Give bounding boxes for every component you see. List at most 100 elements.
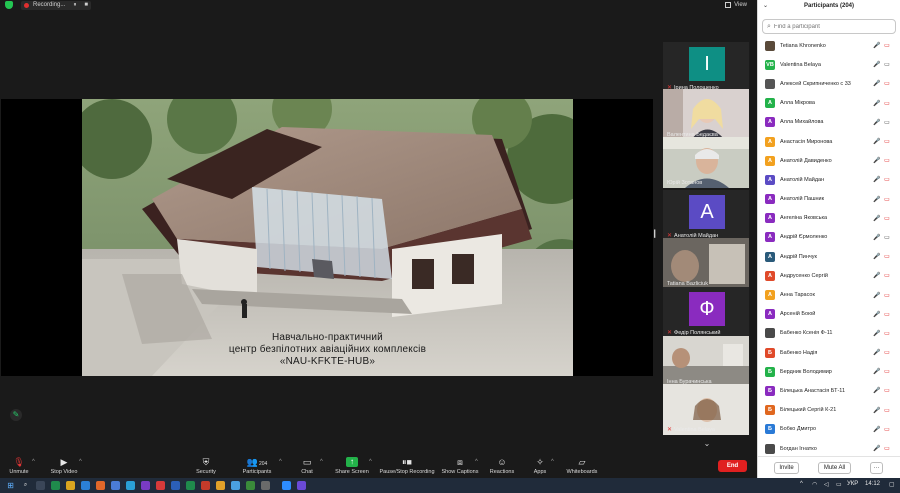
participant-row[interactable]: A Алла Мікрова 🎤 ▭ xyxy=(758,94,900,113)
mic-muted-icon[interactable]: 🎤 xyxy=(872,138,882,145)
view-button[interactable]: View xyxy=(725,2,747,8)
mic-muted-icon[interactable]: 🎤 xyxy=(872,61,882,68)
participant-row[interactable]: A Андрій Пинчук 🎤 ▭ xyxy=(758,247,900,266)
participant-row[interactable]: A Анатолій Давиденко 🎤 ▭ xyxy=(758,151,900,170)
participant-search-input[interactable] xyxy=(773,23,884,30)
participant-row[interactable]: Алексей Скрипниченко с 33 🎤 ▭ xyxy=(758,74,900,93)
video-off-icon[interactable]: ▭ xyxy=(882,157,892,164)
app-icon[interactable] xyxy=(216,481,225,490)
video-off-icon[interactable]: ▭ xyxy=(882,368,892,375)
viber-icon[interactable] xyxy=(141,481,150,490)
mic-muted-icon[interactable]: 🎤 xyxy=(872,42,882,49)
video-off-icon[interactable]: ▭ xyxy=(882,426,892,433)
folder-icon[interactable] xyxy=(66,481,75,490)
chevron-down-icon[interactable]: ⌄ xyxy=(763,2,773,9)
video-off-icon[interactable]: ▭ xyxy=(882,292,892,299)
app-icon[interactable] xyxy=(297,481,306,490)
word-icon[interactable] xyxy=(171,481,180,490)
reactions-button[interactable]: ☺ Reactions xyxy=(488,457,516,477)
edge-icon[interactable] xyxy=(81,481,90,490)
participant-row[interactable]: Бабенко Ксенія Ф-11 🎤 ▭ xyxy=(758,324,900,343)
captions-options-caret-icon[interactable]: ^ xyxy=(475,459,478,465)
participant-row[interactable]: A Анна Тарасок 🎤 ▭ xyxy=(758,285,900,304)
panel-resize-handle[interactable]: ▎ xyxy=(654,230,659,242)
video-off-icon[interactable]: ▭ xyxy=(882,196,892,203)
shield-icon[interactable] xyxy=(5,1,13,9)
whiteboards-button[interactable]: ▱ Whiteboards xyxy=(564,457,600,477)
language-indicator[interactable]: УКР xyxy=(847,481,858,487)
participants-button[interactable]: 👥204 Participants xyxy=(239,457,275,477)
mic-muted-icon[interactable]: 🎤 xyxy=(872,292,882,299)
participant-row[interactable]: Богдан Ігнатко 🎤 ▭ xyxy=(758,439,900,454)
video-off-icon[interactable]: ▭ xyxy=(882,445,892,452)
notifications-icon[interactable]: ▢ xyxy=(889,481,895,488)
video-off-icon[interactable]: ▭ xyxy=(882,311,892,318)
video-camera-icon[interactable]: ▭ xyxy=(882,61,892,68)
stop-video-button[interactable]: ▶ Stop Video xyxy=(46,457,82,477)
video-off-icon[interactable]: ▭ xyxy=(882,100,892,107)
chat-options-caret-icon[interactable]: ^ xyxy=(320,459,323,465)
video-tile[interactable]: Ф ✕ Федір Полянський xyxy=(663,287,749,338)
volume-icon[interactable]: ◁ xyxy=(824,481,829,488)
mic-muted-icon[interactable]: 🎤 xyxy=(872,368,882,375)
video-off-icon[interactable]: ▭ xyxy=(882,138,892,145)
mic-muted-icon[interactable]: 🎤 xyxy=(872,234,882,241)
participant-row[interactable]: A Анатолій Пашник 🎤 ▭ xyxy=(758,190,900,209)
video-off-icon[interactable]: ▭ xyxy=(882,349,892,356)
participant-row[interactable]: A Андрусенко Сергій 🎤 ▭ xyxy=(758,266,900,285)
pause-recording-icon[interactable]: ⏸ xyxy=(73,2,76,9)
mic-muted-icon[interactable]: 🎤 xyxy=(872,80,882,87)
video-tile[interactable]: Інна Бурачинська xyxy=(663,336,749,387)
participant-row[interactable]: A Анатолій Майдан 🎤 ▭ xyxy=(758,170,900,189)
network-icon[interactable]: ◠ xyxy=(812,481,817,488)
mic-muted-icon[interactable]: 🎤 xyxy=(872,157,882,164)
audio-options-caret-icon[interactable]: ^ xyxy=(32,459,35,465)
video-off-icon[interactable]: ▭ xyxy=(882,176,892,183)
apps-options-caret-icon[interactable]: ^ xyxy=(551,459,554,465)
mic-muted-icon[interactable]: 🎤 xyxy=(872,119,882,126)
apps-button[interactable]: ✧ Apps xyxy=(530,457,550,477)
excel-icon[interactable] xyxy=(186,481,195,490)
participant-row[interactable]: Б Білецький Сергій К-21 🎤 ▭ xyxy=(758,401,900,420)
chevron-down-icon[interactable]: ⌄ xyxy=(700,439,714,449)
app-icon[interactable] xyxy=(96,481,105,490)
video-off-icon[interactable]: ▭ xyxy=(882,407,892,414)
participant-row[interactable]: A Арсеній Боюй 🎤 ▭ xyxy=(758,305,900,324)
participant-row[interactable]: Б Бобко Дмитро 🎤 ▭ xyxy=(758,420,900,439)
mic-muted-icon[interactable]: 🎤 xyxy=(872,349,882,356)
app-icon[interactable] xyxy=(246,481,255,490)
mic-muted-icon[interactable]: 🎤 xyxy=(872,311,882,318)
annotate-pencil-icon[interactable]: ✎ xyxy=(10,409,22,421)
video-off-icon[interactable]: ▭ xyxy=(882,272,892,279)
video-tile[interactable]: I ✕ Ірина Полощенко xyxy=(663,42,749,93)
chat-button[interactable]: ▭ Chat xyxy=(296,457,318,477)
show-captions-button[interactable]: ⧈ Show Captions xyxy=(441,457,479,477)
search-icon[interactable]: ⌕ xyxy=(21,481,30,490)
app-icon[interactable] xyxy=(111,481,120,490)
mic-muted-icon[interactable]: 🎤 xyxy=(872,100,882,107)
mic-muted-icon[interactable]: 🎤 xyxy=(872,215,882,222)
mic-muted-icon[interactable]: 🎤 xyxy=(872,445,882,452)
task-view-icon[interactable] xyxy=(36,481,45,490)
share-options-caret-icon[interactable]: ^ xyxy=(369,459,372,465)
chrome-icon[interactable] xyxy=(231,481,240,490)
mic-muted-icon[interactable]: 🎤 xyxy=(872,426,882,433)
video-options-caret-icon[interactable]: ^ xyxy=(79,459,82,465)
video-off-icon[interactable]: ▭ xyxy=(882,215,892,222)
clock[interactable]: 14:12 xyxy=(865,481,880,487)
video-tile[interactable]: A ✕ Анатолій Майдан xyxy=(663,190,749,241)
video-tile[interactable]: ✕ Valentina Belaya xyxy=(663,384,749,435)
mic-muted-icon[interactable]: 🎤 xyxy=(872,176,882,183)
battery-icon[interactable]: ▭ xyxy=(836,481,842,488)
video-off-icon[interactable]: ▭ xyxy=(882,387,892,394)
mic-muted-icon[interactable]: 🎤 xyxy=(872,272,882,279)
app-icon[interactable] xyxy=(51,481,60,490)
stop-recording-icon[interactable]: ■ xyxy=(84,2,88,8)
invite-button[interactable]: Invite xyxy=(774,461,799,474)
end-meeting-button[interactable]: End xyxy=(718,460,747,472)
participant-row[interactable]: A Ангеліна Яковська 🎤 ▭ xyxy=(758,209,900,228)
participant-row[interactable]: VB Valentina Belaya 🎤 ▭ xyxy=(758,55,900,74)
unmute-button[interactable]: 🎙 Unmute xyxy=(6,457,32,477)
video-camera-icon[interactable]: ▭ xyxy=(882,119,892,126)
pause-stop-recording-button[interactable]: ⏸■ Pause/Stop Recording xyxy=(378,457,436,477)
